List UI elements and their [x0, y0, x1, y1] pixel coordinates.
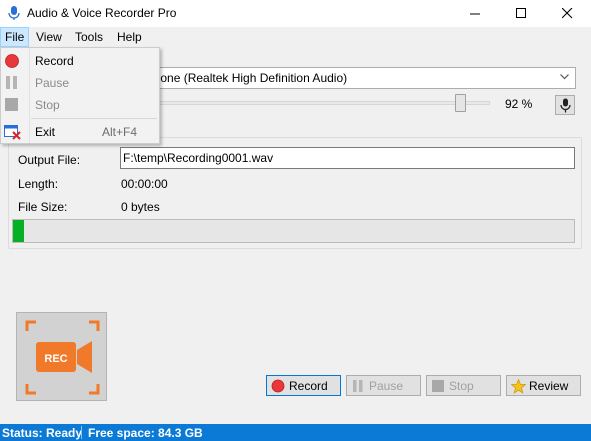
record-icon: [271, 379, 285, 393]
pause-icon: [353, 380, 363, 392]
stop-icon: [5, 98, 18, 111]
length-value: 00:00:00: [121, 177, 168, 191]
output-file-field[interactable]: F:\temp\Recording0001.wav: [120, 147, 575, 169]
progress-fill: [13, 220, 25, 242]
menu-file[interactable]: File: [0, 27, 30, 47]
maximize-icon: [516, 8, 526, 18]
file-size-label: File Size:: [18, 200, 68, 214]
free-space-text: Free space: 84.3 GB: [88, 426, 203, 440]
record-button[interactable]: Record: [266, 375, 341, 396]
file-menu-exit-label: Exit: [35, 125, 56, 139]
file-menu-record-label: Record: [35, 54, 74, 68]
pause-button-label: Pause: [369, 379, 404, 393]
file-menu-pause-label: Pause: [35, 76, 70, 90]
title-bar: Audio & Voice Recorder Pro: [0, 0, 591, 27]
status-text: Status: Ready: [2, 426, 83, 440]
stop-button[interactable]: Stop: [426, 375, 501, 396]
file-menu-exit[interactable]: Exit Alt+F4: [1, 121, 159, 143]
microphone-icon: [560, 98, 571, 113]
stop-icon: [432, 380, 444, 392]
minimize-button[interactable]: [453, 0, 499, 27]
microphone-button[interactable]: [555, 95, 575, 115]
output-file-label: Output File:: [18, 153, 81, 167]
file-menu-pause[interactable]: Pause: [1, 72, 159, 94]
record-icon: [5, 54, 19, 68]
menu-tools[interactable]: Tools: [71, 27, 107, 47]
exit-icon: [4, 125, 21, 140]
file-menu-record[interactable]: Record: [1, 50, 159, 72]
recording-progress-bar: [12, 219, 575, 243]
chevron-down-icon: [560, 74, 569, 80]
volume-percent: 92 %: [505, 97, 533, 111]
output-file-value: F:\temp\Recording0001.wav: [123, 151, 274, 165]
rec-camera-button[interactable]: REC: [16, 312, 107, 401]
pause-button[interactable]: Pause: [346, 375, 421, 396]
volume-slider-track[interactable]: [150, 101, 490, 105]
close-icon: [562, 8, 573, 19]
microphone-icon: [8, 6, 20, 20]
status-bar: Status: Ready Free space: 84.3 GB: [0, 424, 591, 441]
minimize-icon: [470, 13, 480, 15]
stop-button-label: Stop: [449, 379, 474, 393]
menu-help[interactable]: Help: [113, 27, 146, 47]
length-label: Length:: [18, 177, 59, 191]
file-menu-stop-label: Stop: [35, 98, 60, 112]
status-separator: [81, 426, 82, 439]
volume-slider-handle[interactable]: [455, 94, 466, 112]
file-menu-dropdown: Record Pause Stop Exit Alt+F4: [0, 47, 160, 144]
window-title: Audio & Voice Recorder Pro: [27, 6, 177, 20]
review-button-label: Review: [529, 379, 569, 393]
file-size-value: 0 bytes: [121, 200, 160, 214]
rec-tile-text: REC: [44, 353, 67, 365]
input-device-value: phone (Realtek High Definition Audio): [147, 71, 348, 85]
record-button-label: Record: [289, 379, 328, 393]
file-menu-exit-shortcut: Alt+F4: [102, 125, 138, 139]
menu-separator: [31, 118, 157, 119]
input-device-select[interactable]: phone (Realtek High Definition Audio): [136, 67, 576, 89]
review-button[interactable]: Review: [506, 375, 581, 396]
file-menu-stop[interactable]: Stop: [1, 94, 159, 116]
pause-icon: [6, 76, 17, 89]
menu-view[interactable]: View: [32, 27, 66, 47]
menu-bar: File View Tools Help: [0, 27, 591, 47]
star-icon: [511, 379, 526, 394]
rec-camera-icon: REC: [25, 320, 100, 395]
maximize-button[interactable]: [499, 0, 545, 27]
close-button[interactable]: [545, 0, 591, 27]
